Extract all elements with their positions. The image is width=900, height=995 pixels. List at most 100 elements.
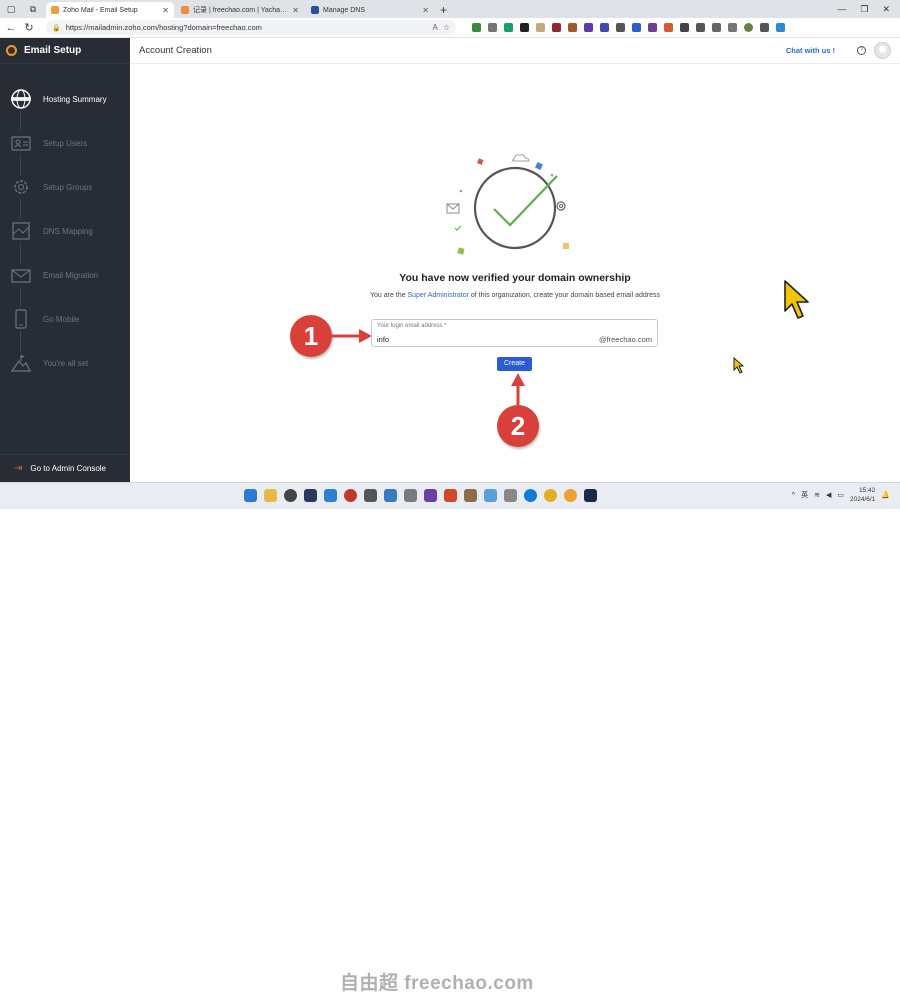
- email-field-value[interactable]: info: [377, 335, 389, 344]
- tab-close-icon[interactable]: ✕: [292, 6, 299, 15]
- back-icon[interactable]: ←: [4, 22, 18, 34]
- account-creation-panel: You have now verified your domain owners…: [130, 64, 900, 482]
- sidebar-item-label: Hosting Summary: [43, 94, 107, 104]
- sidebar-item-label: Email Migration: [43, 270, 99, 280]
- terminal-icon[interactable]: [304, 489, 317, 502]
- system-tray: ^ 英 ≋ ◀ ▭ 15:42 2024/6/1 🔔: [792, 486, 890, 504]
- confetti-icon: [457, 247, 465, 255]
- battery-icon[interactable]: ▭: [837, 491, 844, 499]
- notification-bell-icon[interactable]: 🔔: [881, 491, 890, 499]
- small-pointer-cursor-icon: [733, 357, 745, 374]
- lock-icon: 🔒: [52, 24, 61, 32]
- admin-console-link[interactable]: ⇥ Go to Admin Console: [0, 454, 130, 482]
- zoho-favicon-icon: [51, 6, 59, 14]
- admin-console-label: Go to Admin Console: [30, 464, 106, 473]
- extension-icon[interactable]: [648, 23, 657, 32]
- tab-title: 记录 | freechao.com | Yachao42(: [193, 7, 289, 14]
- sidebar-item-email-migration[interactable]: Email Migration: [0, 253, 130, 297]
- tab-zoho-mail[interactable]: Zoho Mail - Email Setup ✕: [46, 2, 174, 18]
- minimize-icon[interactable]: —: [837, 4, 846, 15]
- favorite-star-icon[interactable]: ☆: [443, 23, 450, 32]
- url-field[interactable]: 🔒 https://mailadmin.zoho.com/hosting?dom…: [46, 20, 456, 35]
- tab-manage-dns[interactable]: Manage DNS ✕: [306, 2, 434, 18]
- extension-icon[interactable]: [552, 23, 561, 32]
- sidebar-item-go-mobile[interactable]: Go Mobile: [0, 297, 130, 341]
- app-icon[interactable]: [464, 489, 477, 502]
- help-icon[interactable]: ?: [857, 46, 866, 55]
- extension-icon[interactable]: [504, 23, 513, 32]
- subtitle-prefix: You are the: [369, 292, 408, 299]
- refresh-icon[interactable]: ↻: [22, 21, 36, 34]
- login-email-field[interactable]: Your login email address * info @freecha…: [371, 319, 658, 347]
- gear-group-icon: [9, 175, 33, 199]
- dot-icon: [550, 173, 554, 177]
- setup-steps: Hosting Summary Setup Users Setup Groups…: [0, 64, 130, 385]
- user-avatar[interactable]: [874, 42, 891, 59]
- chrome-canary-icon[interactable]: [564, 489, 577, 502]
- new-tab-button[interactable]: +: [440, 3, 447, 17]
- clock-date: 2024/6/1: [849, 496, 876, 503]
- obs-icon[interactable]: [284, 489, 297, 502]
- sidebar-item-dns-mapping[interactable]: DNS Mapping: [0, 209, 130, 253]
- profile-icon[interactable]: [728, 23, 737, 32]
- extension-icon[interactable]: [536, 23, 545, 32]
- chrome-icon[interactable]: [544, 489, 557, 502]
- taskbar-clock[interactable]: 15:42 2024/6/1: [850, 486, 875, 504]
- app-icon[interactable]: [504, 489, 517, 502]
- more-menu-icon[interactable]: [760, 23, 769, 32]
- edge-icon[interactable]: [524, 489, 537, 502]
- sidebar-item-label: Setup Groups: [43, 182, 93, 192]
- avatar-icon[interactable]: [744, 23, 753, 32]
- ime-indicator[interactable]: 英: [801, 490, 808, 500]
- extension-icon[interactable]: [584, 23, 593, 32]
- email-domain-suffix: @freechao.com: [598, 335, 652, 344]
- app-icon[interactable]: [384, 489, 397, 502]
- volume-icon[interactable]: ◀: [826, 491, 831, 499]
- app-icon[interactable]: [404, 489, 417, 502]
- extension-icon[interactable]: [632, 23, 641, 32]
- sidebar-item-setup-users[interactable]: Setup Users: [0, 121, 130, 165]
- sidebar-item-hosting-summary[interactable]: Hosting Summary: [0, 77, 130, 121]
- mountain-flag-icon: [9, 351, 33, 375]
- create-button[interactable]: Create: [497, 357, 532, 371]
- tab-close-icon[interactable]: ✕: [162, 6, 169, 15]
- photoshop-icon[interactable]: [584, 489, 597, 502]
- windows-start-icon[interactable]: [244, 489, 257, 502]
- tray-chevron-icon[interactable]: ^: [792, 492, 795, 499]
- super-administrator-text: Super Administrator: [407, 292, 469, 299]
- copilot-icon[interactable]: [776, 23, 785, 32]
- tab-freechao-records[interactable]: 记录 | freechao.com | Yachao42( ✕: [176, 2, 304, 18]
- app-icon[interactable]: [364, 489, 377, 502]
- vscode-icon[interactable]: [324, 489, 337, 502]
- app-icon[interactable]: [344, 489, 357, 502]
- extension-icon[interactable]: [600, 23, 609, 32]
- file-explorer-icon[interactable]: [264, 489, 277, 502]
- extension-icon[interactable]: [488, 23, 497, 32]
- sidebar-item-setup-groups[interactable]: Setup Groups: [0, 165, 130, 209]
- browser-menu-icon[interactable]: ▢: [4, 2, 18, 16]
- app-icon[interactable]: [484, 489, 497, 502]
- extension-icon[interactable]: [616, 23, 625, 32]
- extension-icon[interactable]: [472, 23, 481, 32]
- tab-title: Zoho Mail - Email Setup: [63, 6, 138, 14]
- split-screen-icon[interactable]: [680, 23, 689, 32]
- app-icon[interactable]: [424, 489, 437, 502]
- tab-close-icon[interactable]: ✕: [422, 6, 429, 15]
- confetti-icon: [563, 243, 569, 249]
- restore-icon[interactable]: ❐: [860, 4, 868, 15]
- extension-icon[interactable]: [520, 23, 529, 32]
- chat-with-us-link[interactable]: Chat with us !: [786, 46, 835, 55]
- app-icon[interactable]: [444, 489, 457, 502]
- close-window-icon[interactable]: ✕: [882, 4, 890, 15]
- large-pointer-cursor-icon: [784, 280, 809, 319]
- collections-icon[interactable]: [712, 23, 721, 32]
- extension-icon[interactable]: [664, 23, 673, 32]
- tab-actions-icon[interactable]: ⧉: [26, 2, 40, 16]
- extension-icon[interactable]: [568, 23, 577, 32]
- sidebar-item-all-set[interactable]: You're all set: [0, 341, 130, 385]
- subtitle-suffix: of this organization, create your domain…: [468, 292, 661, 299]
- windows-taskbar: 自由超 freechao.com ^ 英 ≋ ◀ ▭ 15:42 2024/6/…: [0, 482, 900, 994]
- wifi-icon[interactable]: ≋: [814, 491, 820, 499]
- favorites-icon[interactable]: [696, 23, 705, 32]
- read-aloud-icon[interactable]: A: [432, 23, 437, 32]
